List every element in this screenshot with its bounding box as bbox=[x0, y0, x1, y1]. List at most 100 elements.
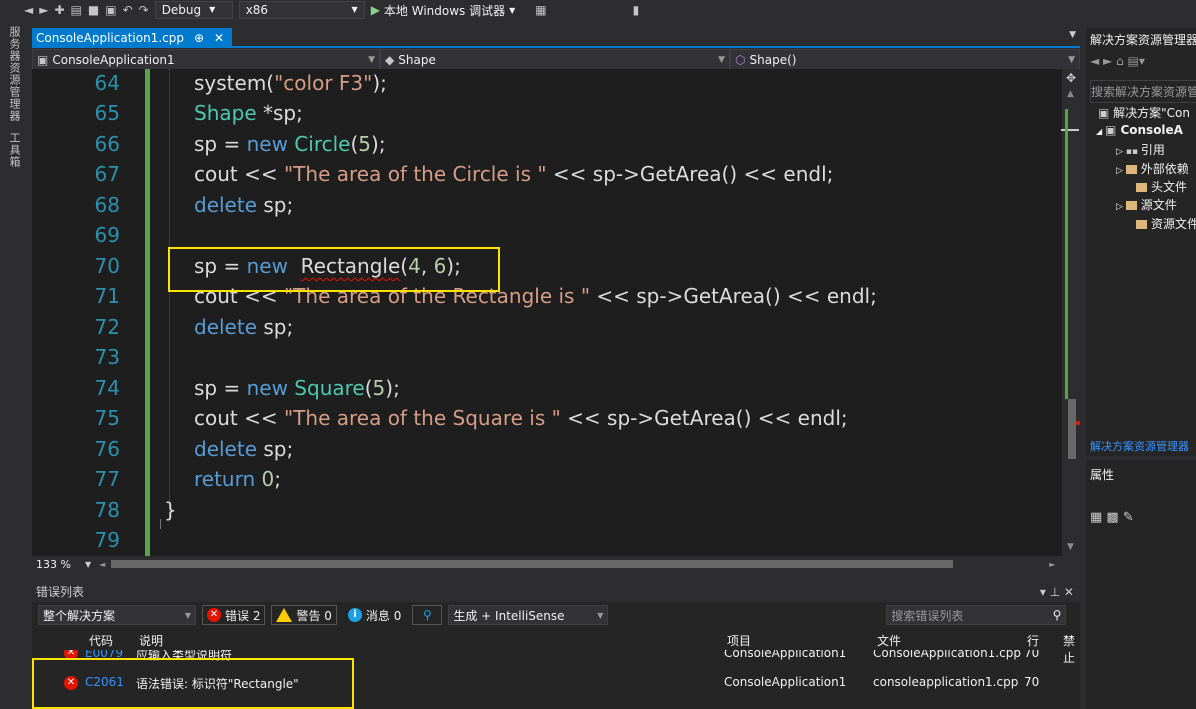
messages-filter-button[interactable]: i 消息 0 bbox=[343, 605, 406, 625]
member-nav-select[interactable]: ⬡ Shape() ▼ bbox=[730, 49, 1080, 70]
tree-item-headers[interactable]: 头文件 bbox=[1136, 178, 1187, 195]
scroll-position-marker bbox=[1061, 129, 1079, 131]
project-icon: ▣ bbox=[37, 52, 49, 67]
pin-icon[interactable]: ⊕ bbox=[194, 31, 204, 45]
filter-icon[interactable]: ⚲ bbox=[412, 605, 443, 625]
error-list-title: 错误列表 ▾ ⊥ ✕ bbox=[32, 582, 1080, 602]
main-toolbar: ◄ ► ✚ ▤ ■ ▣ ↶ ↷ Debug ▼ x86 ▼ ▶ 本地 Windows … bbox=[0, 0, 1196, 20]
line-number: 75 bbox=[94, 406, 120, 430]
back-icon[interactable]: ◄ bbox=[24, 3, 33, 17]
scroll-down-icon[interactable]: ▼ bbox=[1067, 542, 1074, 552]
column-code[interactable]: 代码 bbox=[89, 632, 113, 649]
config-select[interactable]: Debug ▼ bbox=[154, 1, 233, 19]
column-project[interactable]: 项目 bbox=[727, 632, 751, 649]
tab-dropdown-icon[interactable]: ▼ bbox=[1069, 30, 1076, 40]
panel-divider bbox=[1086, 456, 1196, 460]
method-icon: ⬡ bbox=[735, 52, 746, 67]
zoom-level[interactable]: 133 % bbox=[36, 558, 71, 571]
line-number: 72 bbox=[94, 315, 120, 339]
solution-icon: ▣ bbox=[1098, 106, 1114, 120]
project-icon: ▣ bbox=[1104, 123, 1121, 137]
build-filter-select[interactable]: 生成 + IntelliSense ▼ bbox=[448, 605, 609, 625]
line-number: 64 bbox=[94, 71, 120, 95]
code-line: } bbox=[164, 498, 177, 522]
line-number: 68 bbox=[94, 193, 120, 217]
toolbar-misc-icon[interactable]: ▦ bbox=[535, 3, 546, 17]
line-number: 74 bbox=[94, 376, 120, 400]
tab-title: ConsoleApplication1.cpp bbox=[36, 31, 184, 45]
line-number: 71 bbox=[94, 284, 120, 308]
line-number: 76 bbox=[94, 437, 120, 461]
code-line: sp = new Square(5); bbox=[194, 376, 400, 400]
redo-icon[interactable]: ↷ bbox=[139, 3, 149, 17]
close-icon[interactable]: ✕ bbox=[214, 31, 224, 45]
run-debugger-button[interactable]: ▶ 本地 Windows 调试器 ▼ bbox=[371, 2, 516, 19]
change-tracking-bar bbox=[145, 69, 150, 556]
new-project-icon[interactable]: ✚ bbox=[54, 3, 64, 17]
column-line[interactable]: 行 bbox=[1027, 632, 1039, 649]
platform-select[interactable]: x86 ▼ bbox=[238, 1, 365, 19]
line-number: 65 bbox=[94, 101, 120, 125]
column-file[interactable]: 文件 bbox=[877, 632, 901, 649]
line-number: 69 bbox=[94, 223, 120, 247]
editor-vertical-scrollbar[interactable]: ✥ ▲ ▼ bbox=[1061, 69, 1080, 556]
properties-toolbar-icons[interactable]: ▦ ▩ ✎ bbox=[1090, 510, 1134, 525]
panel-controls-icon[interactable]: ▾ ⊥ ✕ bbox=[1040, 582, 1074, 602]
scope-nav-select[interactable]: ◆ Shape ▼ bbox=[380, 49, 731, 70]
scroll-left-icon[interactable]: ◄ bbox=[99, 560, 105, 569]
code-line: return 0; bbox=[194, 467, 281, 491]
zoom-dropdown-icon[interactable]: ▼ bbox=[85, 560, 91, 569]
tab-consoleapplication1-cpp[interactable]: ConsoleApplication1.cpp ⊕ ✕ bbox=[32, 28, 233, 48]
error-search-input[interactable]: 搜索错误列表 ⚲ bbox=[886, 605, 1067, 625]
error-icon: ✕ bbox=[207, 608, 221, 622]
error-file: ConsoleApplication1.cpp bbox=[873, 650, 1021, 660]
forward-icon[interactable]: ► bbox=[39, 3, 48, 17]
indent-guide bbox=[169, 69, 170, 519]
undo-icon[interactable]: ↶ bbox=[123, 3, 133, 17]
errors-filter-button[interactable]: ✕ 错误 2 bbox=[202, 605, 266, 625]
split-icon[interactable]: ✥ bbox=[1066, 71, 1076, 85]
navigation-bar: ▣ ConsoleApplication1 ▼ ◆ Shape ▼ ⬡ Shape(… bbox=[32, 49, 1080, 70]
code-editor[interactable]: 64 65 66 67 68 69 70 71 72 73 74 75 76 7… bbox=[32, 69, 1062, 556]
line-number: 77 bbox=[94, 467, 120, 491]
solution-explorer-panel: 解决方案资源管理器 ◄ ► ⌂ ▤▾ 搜索解决方案资源管 ▣ 解决方案"Con … bbox=[1086, 28, 1196, 709]
server-explorer-tab[interactable]: 服务器资源管理器 bbox=[6, 26, 22, 122]
tree-item-sources[interactable]: ▷ 源文件 bbox=[1116, 196, 1177, 213]
line-number: 79 bbox=[94, 528, 120, 552]
tree-item-references[interactable]: ▷ ▪▪ 引用 bbox=[1116, 141, 1165, 158]
toolbox-tab[interactable]: 工具箱 bbox=[6, 132, 22, 168]
horizontal-scroll-thumb[interactable] bbox=[111, 560, 954, 568]
open-icon[interactable]: ▤ bbox=[71, 3, 82, 17]
error-list-toolbar: 整个解决方案 ▼ ✕ 错误 2 警告 0 i 消息 0 ⚲ 生成 + IntelliS… bbox=[32, 604, 1080, 626]
properties-title: 属性 bbox=[1090, 468, 1115, 482]
save-icon[interactable]: ■ bbox=[88, 3, 99, 17]
code-line: delete sp; bbox=[194, 315, 294, 339]
error-file: consoleapplication1.cpp bbox=[873, 675, 1019, 689]
save-all-icon[interactable]: ▣ bbox=[105, 3, 116, 17]
references-icon: ▪▪ bbox=[1125, 147, 1141, 157]
scroll-right-icon[interactable]: ► bbox=[1049, 560, 1055, 569]
code-line: cout << "The area of the Square is " << … bbox=[194, 406, 848, 430]
scope-select[interactable]: 整个解决方案 ▼ bbox=[38, 605, 196, 625]
tree-item-external-deps[interactable]: ▷ 外部依赖 bbox=[1116, 160, 1189, 177]
tree-solution[interactable]: ▣ 解决方案"Con bbox=[1098, 104, 1190, 121]
play-icon: ▶ bbox=[370, 3, 380, 17]
code-line: system("color F3"); bbox=[194, 71, 387, 95]
bookmark-icon[interactable]: ▮ bbox=[633, 3, 640, 17]
explorer-toolbar-icons[interactable]: ◄ ► ⌂ ▤▾ bbox=[1090, 54, 1145, 68]
solution-explorer-bottom-tab[interactable]: 解决方案资源管理器 bbox=[1090, 438, 1189, 454]
error-list-panel: 错误列表 ▾ ⊥ ✕ 整个解决方案 ▼ ✕ 错误 2 警告 0 i 消息 0 ⚲ 生成… bbox=[32, 582, 1080, 709]
column-description[interactable]: 说明 bbox=[139, 632, 163, 649]
project-nav-select[interactable]: ▣ ConsoleApplication1 ▼ bbox=[32, 49, 381, 70]
scroll-up-icon[interactable]: ▲ bbox=[1067, 89, 1074, 99]
solution-explorer-title: 解决方案资源管理器 bbox=[1090, 33, 1196, 47]
left-tool-strip: 服务器资源管理器 工具箱 bbox=[0, 20, 24, 709]
warnings-filter-button[interactable]: 警告 0 bbox=[271, 605, 337, 625]
tree-item-resources[interactable]: 资源文件 bbox=[1136, 215, 1196, 232]
solution-search-input[interactable]: 搜索解决方案资源管 bbox=[1090, 80, 1196, 103]
line-number: 66 bbox=[94, 132, 120, 156]
scroll-thumb[interactable] bbox=[1068, 399, 1076, 459]
tree-project[interactable]: ◢ ▣ ConsoleA bbox=[1096, 123, 1183, 137]
search-icon[interactable]: ⚲ bbox=[1053, 608, 1062, 622]
editor-status-bar: 133 % ▼ ◄ ► bbox=[32, 556, 1080, 572]
